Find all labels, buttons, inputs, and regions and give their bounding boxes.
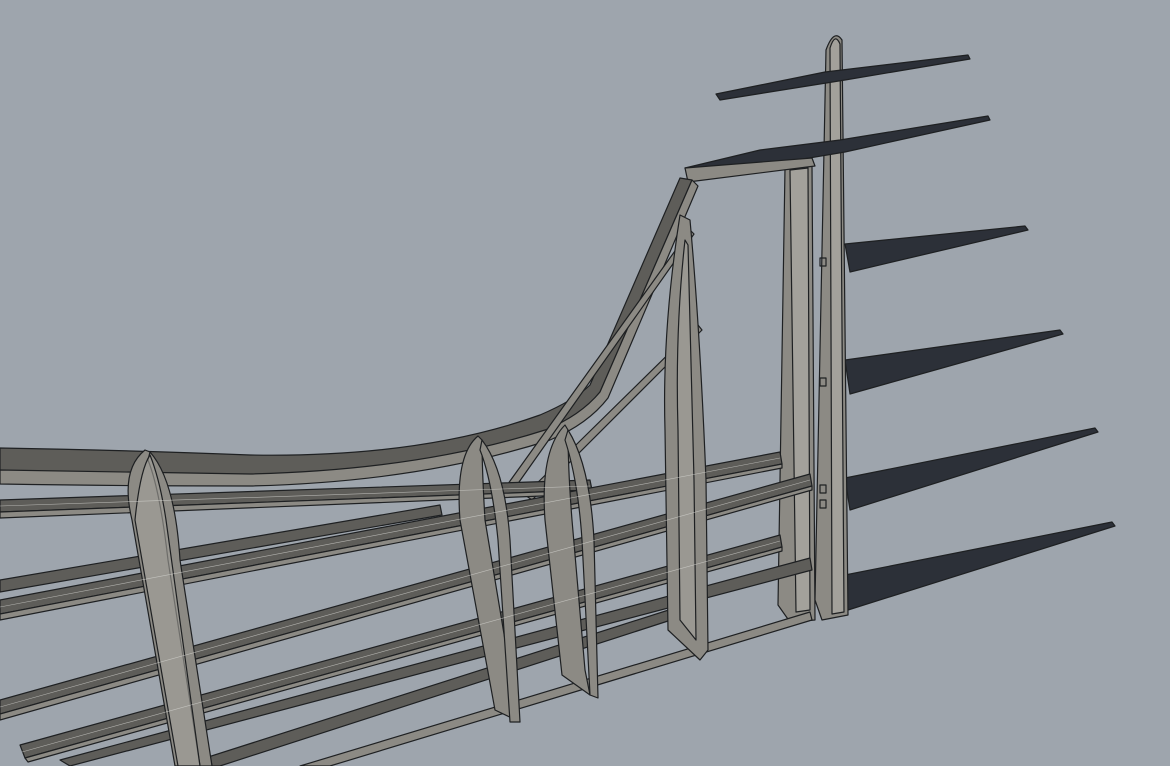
top-spine bbox=[0, 177, 699, 487]
stabilizer-rib-2 bbox=[844, 329, 1064, 395]
fuselage-frame-model bbox=[0, 35, 1116, 766]
stabilizer-rib-1 bbox=[844, 225, 1029, 273]
vertical-fin bbox=[684, 35, 991, 623]
stabilizer-ribs bbox=[844, 225, 1116, 611]
longeron-7 bbox=[0, 504, 443, 593]
cad-3d-viewport[interactable] bbox=[0, 0, 1170, 766]
stabilizer-rib-3 bbox=[844, 427, 1099, 511]
stabilizer-rib-4 bbox=[844, 521, 1116, 611]
